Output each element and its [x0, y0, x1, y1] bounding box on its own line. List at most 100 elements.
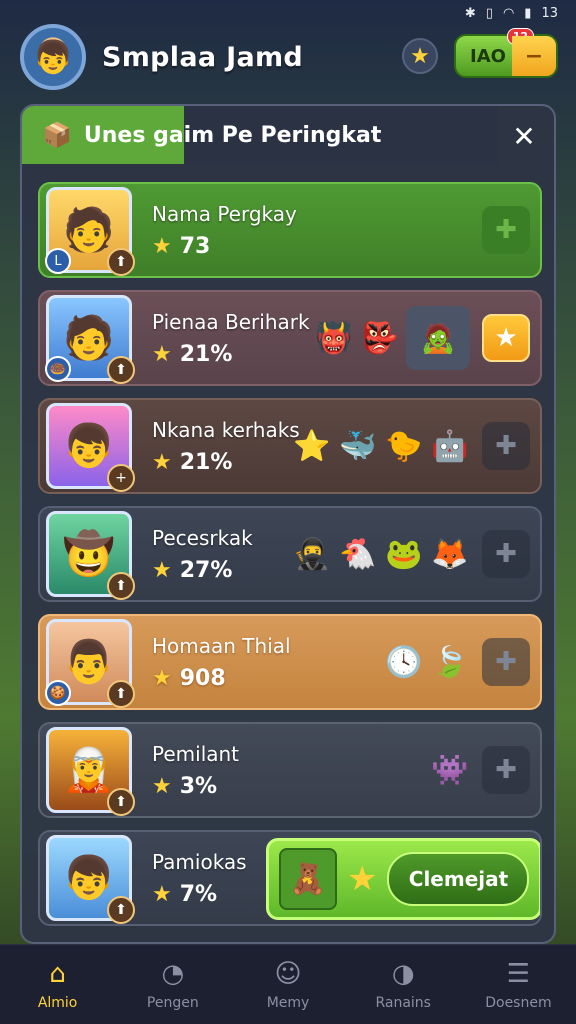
wifi-icon: ◠ [502, 5, 515, 21]
crimson-monster-icon: 👺 [361, 320, 399, 356]
nav-item-home[interactable]: ⌂ Almio [0, 945, 115, 1024]
signal-icon: ▮ [524, 5, 532, 21]
teddy-character-icon: 🧸 [279, 848, 337, 910]
character-group: 🥷 🐔 🐸 🦊 [292, 508, 470, 600]
nav-item-doesnem[interactable]: ☰ Doesnem [461, 945, 576, 1024]
currency-button[interactable]: IAO 12 − [454, 28, 558, 78]
star-icon[interactable]: ★ [402, 38, 438, 74]
nav-item-pengen[interactable]: ◔ Pengen [115, 945, 230, 1024]
claim-panel: 🧸 ★ Clemejat [266, 838, 540, 920]
level-badge: ⬆ [107, 356, 135, 384]
nav-item-memy[interactable]: ☺ Memy [230, 945, 345, 1024]
banner-title: Unes gaim Pe Peringkat [83, 122, 382, 148]
player-name: Nama Pergkay [152, 201, 297, 226]
status-time: 13 [541, 5, 558, 21]
character-group: ⭐ 🐳 🐤 🤖 [292, 400, 470, 492]
avatar-face: 👨 [62, 637, 116, 686]
nav-label: Pengen [146, 994, 199, 1011]
star-icon: ★ [152, 341, 172, 367]
avatar: 👦 ⬆ [46, 835, 135, 924]
level-badge: ⬆ [107, 680, 135, 708]
green-creature-icon: 🐸 [385, 536, 423, 572]
player-score: ★ 73 [152, 234, 322, 259]
score-value: 908 [179, 665, 226, 691]
ranking-icon: ◑ [391, 958, 415, 989]
red-monster-icon: 👹 [315, 320, 353, 356]
star-character-icon: ⭐ [293, 428, 331, 464]
avatar-face: 🧝 [62, 745, 116, 794]
score-value: 21% [179, 341, 233, 367]
nav-item-ranains[interactable]: ◑ Ranains [346, 945, 461, 1024]
list-item[interactable]: 👨 🍪 ⬆ Homaan Thial ★ 908 🕓 🍃 ✚ [38, 614, 542, 710]
puzzle-icon[interactable]: ✚ [482, 422, 530, 470]
avatar: 🤠 ⬆ [46, 511, 135, 600]
character-group: 👹 👺 🧟 [314, 292, 470, 384]
star-icon: ★ [152, 773, 172, 799]
clock-icon: 🕓 [385, 644, 423, 680]
currency-plus-icon: − [512, 36, 556, 76]
avatar: 🧑 L ⬆ [45, 187, 135, 276]
profile-avatar[interactable]: 👦 [20, 24, 86, 90]
player-name: Homaan Thial [152, 633, 291, 658]
player-score: ★ 3% [152, 774, 322, 799]
row-info: Homaan Thial ★ 908 [152, 634, 322, 691]
level-badge: ⬆ [107, 248, 135, 276]
bluetooth-icon: ✱ [464, 5, 476, 21]
score-value: 3% [179, 773, 218, 799]
avatar-face: 👦 [62, 421, 116, 470]
avatar: 🧑 🍩 ⬆ [45, 295, 135, 384]
chicken-character-icon: 🐔 [339, 536, 377, 572]
star-icon: ★ [152, 557, 172, 583]
list-item[interactable]: 🧑 🍩 ⬆ Pienaa Berihark ★ 21% 👹 👺 🧟 ★ [38, 290, 542, 386]
top-header: 👦 Smplaa Jamd ★ IAO 12 − [20, 22, 560, 92]
character-tile-icon: 🧟 [406, 306, 470, 370]
list-item[interactable]: 🧝 ⬆ Pemilant ★ 3% 👾 ✚ [38, 722, 542, 818]
avatar: 👦 + [46, 403, 135, 492]
orange-character-icon: 🦊 [431, 536, 469, 572]
level-badge: ⬆ [107, 896, 135, 924]
list-item[interactable]: 👦 + Nkana kerhaks ★ 21% ⭐ 🐳 🐤 🤖 ✚ [38, 398, 542, 494]
level-badge: ⬆ [107, 788, 135, 816]
puzzle-icon[interactable]: ✚ [482, 530, 530, 578]
goblin-character-icon: 👾 [431, 752, 469, 788]
box-icon: 📦 [42, 121, 72, 149]
claim-button[interactable]: Clemejat [387, 852, 530, 906]
row-info: Pemilant ★ 3% [152, 742, 322, 799]
avatar-face: 🧑 [62, 313, 116, 362]
rank-badge: 🍪 [45, 680, 71, 706]
character-group: 🕓 🍃 [384, 616, 470, 708]
player-score: ★ 21% [152, 342, 322, 367]
star-icon: ★ [152, 665, 172, 691]
star-icon: ★ [152, 449, 172, 475]
list-item[interactable]: 🧑 L ⬆ Nama Pergkay ★ 73 ✚ [38, 182, 542, 278]
list-item[interactable]: 👦 ⬆ Pamiokas ★ 7% 🧸 ★ Clemejat [38, 830, 542, 926]
home-icon: ⌂ [49, 958, 66, 989]
score-value: 73 [179, 233, 211, 259]
puzzle-icon[interactable]: ✚ [482, 638, 530, 686]
list-item[interactable]: 🤠 ⬆ Pecesrkak ★ 27% 🥷 🐔 🐸 🦊 ✚ [38, 506, 542, 602]
nav-label: Memy [266, 994, 310, 1011]
level-badge: ⬆ [107, 572, 135, 600]
star-icon: ★ [152, 233, 172, 259]
gauge-icon: ◔ [161, 958, 185, 989]
nav-label: Ranains [375, 994, 431, 1011]
score-value: 21% [179, 449, 233, 475]
menu-icon: ☰ [506, 958, 531, 989]
vibrate-icon: ▯ [485, 5, 493, 21]
puzzle-icon[interactable]: ✚ [482, 206, 530, 254]
yellow-creature-icon: 🐤 [385, 428, 423, 464]
puzzle-icon[interactable]: ✚ [482, 746, 530, 794]
character-group: 👾 [430, 724, 470, 816]
avatar-face: 👦 [62, 853, 116, 902]
profile-icon: ☺ [274, 958, 302, 989]
star-icon: ★ [347, 859, 378, 899]
ninja-character-icon: 🥷 [293, 536, 331, 572]
score-value: 7% [179, 881, 218, 907]
avatar: 🧝 ⬆ [46, 727, 135, 816]
currency-value: IAO [470, 45, 506, 67]
player-name: Pienaa Berihark [152, 309, 310, 334]
close-button[interactable]: ✕ [504, 116, 544, 156]
leaf-icon: 🍃 [431, 644, 469, 680]
gold-star-button[interactable]: ★ [482, 314, 530, 362]
leaderboard-list: 🧑 L ⬆ Nama Pergkay ★ 73 ✚ 🧑 🍩 ⬆ Pienaa B… [38, 182, 542, 938]
